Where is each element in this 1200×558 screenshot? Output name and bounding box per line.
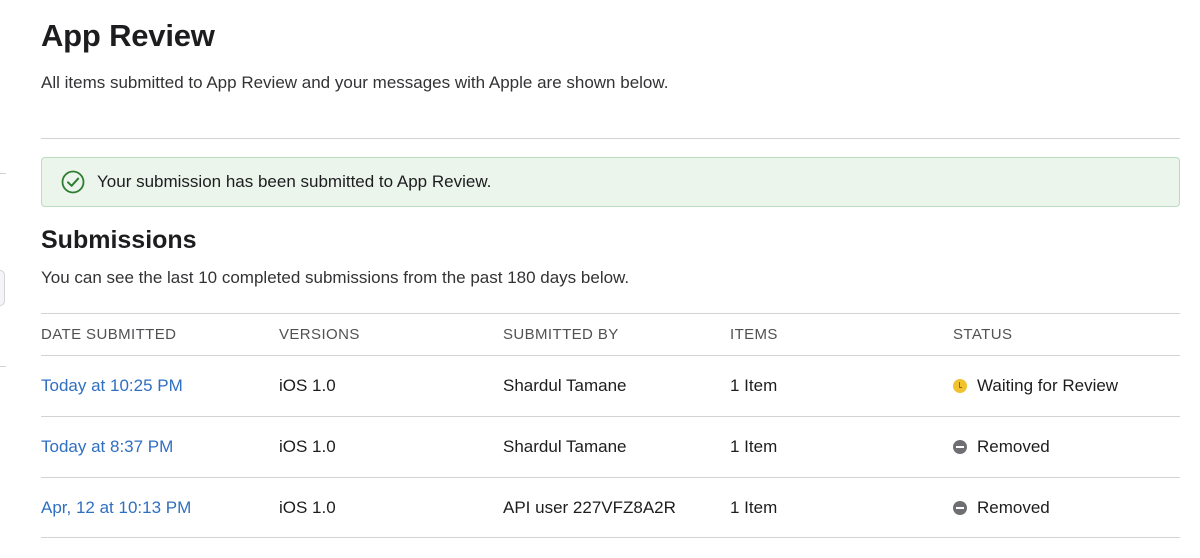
submission-version: iOS 1.0	[279, 376, 336, 395]
submission-items: 1 Item	[730, 497, 778, 517]
submission-date-link[interactable]: Today at 8:37 PM	[41, 417, 173, 477]
submission-version: iOS 1.0	[279, 437, 336, 456]
submission-version: iOS 1.0	[279, 497, 336, 517]
column-header-items: ITEMS	[730, 326, 778, 343]
submission-date-link[interactable]: Today at 10:25 PM	[41, 356, 183, 416]
table-row: Apr, 12 at 10:13 PM iOS 1.0 API user 227…	[41, 477, 1180, 538]
submission-status: Removed	[953, 478, 1050, 537]
status-label: Waiting for Review	[977, 376, 1119, 395]
submission-items: 1 Item	[730, 437, 778, 456]
submission-submitter: Shardul Tamane	[503, 376, 627, 395]
page-subtitle: All items submitted to App Review and yo…	[41, 73, 669, 92]
column-header-submitted-by: SUBMITTED BY	[503, 326, 619, 343]
table-row: Today at 8:37 PM iOS 1.0 Shardul Tamane …	[41, 416, 1180, 477]
submissions-subtitle: You can see the last 10 completed submis…	[41, 268, 630, 287]
column-header-status: STATUS	[953, 326, 1013, 343]
banner-message: Your submission has been submitted to Ap…	[97, 172, 492, 191]
sidebar-divider	[0, 173, 6, 174]
submissions-table: DATE SUBMITTED VERSIONS SUBMITTED BY ITE…	[41, 313, 1180, 538]
removed-minus-icon	[953, 500, 967, 515]
check-circle-icon	[61, 170, 85, 194]
success-banner: Your submission has been submitted to Ap…	[41, 157, 1180, 207]
submissions-title: Submissions	[41, 226, 197, 254]
status-label: Removed	[977, 437, 1050, 456]
submission-submitter: Shardul Tamane	[503, 437, 627, 456]
section-divider	[41, 138, 1180, 139]
table-header-row: DATE SUBMITTED VERSIONS SUBMITTED BY ITE…	[41, 313, 1180, 355]
sidebar-selected-item[interactable]	[0, 270, 5, 306]
waiting-clock-icon	[953, 379, 967, 393]
submission-status: Removed	[953, 417, 1050, 477]
submission-status: Waiting for Review	[953, 356, 1118, 416]
column-header-date-submitted: DATE SUBMITTED	[41, 326, 177, 343]
status-label: Removed	[977, 497, 1050, 517]
table-row: Today at 10:25 PM iOS 1.0 Shardul Tamane…	[41, 355, 1180, 416]
submission-date-link[interactable]: Apr, 12 at 10:13 PM	[41, 478, 191, 537]
column-header-versions: VERSIONS	[279, 326, 360, 343]
removed-minus-icon	[953, 440, 967, 454]
sidebar-divider	[0, 366, 6, 367]
page-title: App Review	[41, 18, 215, 53]
submission-items: 1 Item	[730, 376, 778, 395]
submission-submitter: API user 227VFZ8A2R	[503, 497, 676, 517]
left-sidebar-edge	[0, 0, 6, 558]
